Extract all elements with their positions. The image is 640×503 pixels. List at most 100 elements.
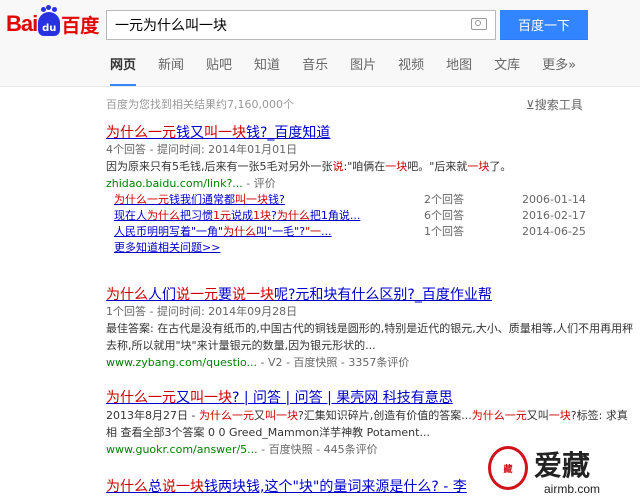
highlight-text: 为什么 [147,209,180,222]
sub-question-date: 2016-02-17 [522,209,586,222]
text-segment: 人民币明明写着"一角" [114,225,224,238]
text-segment: ... [321,225,332,238]
text-segment: 钱两块钱,这个"块"的量词来源是什么? - 李 [204,479,467,495]
tab-images[interactable]: 图片 [350,56,376,86]
text-segment: 钱又 [176,125,204,141]
sub-question-count: 2个回答 [424,193,464,206]
highlight-text: 为什么 [276,209,310,222]
text-segment: 又叫 [526,409,549,422]
tab-video[interactable]: 视频 [398,56,424,86]
result-stats: 百度为您找到相关结果约7,160,000个 [106,98,294,111]
highlight-text: 一块 [467,160,490,173]
baidu-logo[interactable]: Bai du 百度 [6,7,100,38]
highlight-text: 为什么一元 [114,193,169,206]
logo-text-bai: Bai [6,11,38,36]
sub-question-link[interactable]: 现在人为什么把习惯1元说成1块?为什么把1角说... [114,208,360,224]
nav-tabs: 网页 新闻 贴吧 知道 音乐 图片 视频 地图 文库 更多» [110,56,598,86]
result-url-text[interactable]: www.zybang.com/questio... [106,356,257,369]
result-abstract: 2013年8月27日 - 为什么一元又叫一块?汇集知识碎片,创造有价值的答案..… [106,407,636,441]
sub-question-link[interactable]: 人民币明明写着"一角"为什么叫"一毛"?"一... [114,224,332,240]
highlight-text: 为什么一元 [106,125,176,141]
result-url-suffix[interactable]: - 评价 [243,177,275,190]
text-segment: 要 [218,287,232,303]
logo-text-baidu: 百度 [61,14,100,37]
result-url: www.zybang.com/questio... - V2 - 百度快照 - … [106,354,636,371]
text-segment: 把1角说... [309,209,361,222]
highlight-text: 为什么 [106,287,148,303]
tab-tieba[interactable]: 贴吧 [206,56,232,86]
text-segment: 叫"一毛"? [256,225,306,238]
result-meta: 1个回答 - 提问时间: 2014年09月28日 [106,305,298,318]
text-segment: 钱我们通常都 [169,193,235,206]
result-title[interactable]: 为什么一元钱又叫一块钱?_百度知道 [106,124,636,142]
highlight-text: 一块 [548,409,571,422]
sub-question-date: 2006-01-14 [522,193,586,206]
filter-icon: ⊻ [526,98,535,112]
more-questions-link[interactable]: 更多知道相关问题>> [114,240,636,256]
sub-question-row: 为什么一元钱我们通常都叫一块钱? 2个回答 2006-01-14 [106,192,636,208]
sub-question-link[interactable]: 为什么一元钱我们通常都叫一块钱? [114,192,285,208]
search-result: 为什么人们说一元要说一块呢?元和块有什么区别?_百度作业帮 1个回答 - 提问时… [106,286,636,371]
highlight-text: 为什么一元 [471,409,527,422]
result-url-text[interactable]: www.guokr.com/answer/5... [106,443,258,456]
highlight-text: 为什么 [106,479,148,495]
tab-more[interactable]: 更多» [542,56,576,86]
tab-zhidao[interactable]: 知道 [254,56,280,86]
sub-question-row: 人民币明明写着"一角"为什么叫"一毛"?"一... 1个回答 2014-06-2… [106,224,636,240]
watermark-text: 爱藏 [534,449,591,482]
text-segment: 又 [253,409,265,422]
search-input[interactable] [107,11,473,39]
text-segment: 说成 [231,209,253,222]
text-segment: 最佳答案: 在古代是没有纸币的,中国古代的铜钱是圆形的,特别是近代的银元,大小、… [106,322,634,352]
highlight-text: 叫一块 [264,409,298,422]
result-url-suffix[interactable]: - V2 - 百度快照 - 3357条评价 [257,356,409,369]
text-segment: 了。 [489,160,512,173]
highlight-text: 为什么一元 [198,409,254,422]
text-segment: 总 [148,479,162,495]
highlight-text: 为什么 [223,225,257,238]
tab-web[interactable]: 网页 [110,56,137,86]
camera-icon[interactable] [471,18,487,30]
result-title[interactable]: 为什么人们说一元要说一块呢?元和块有什么区别?_百度作业帮 [106,286,636,304]
highlight-text: 叫一块 [204,125,246,141]
seal-logo: 藏 [488,446,528,490]
text-segment: 现在人 [114,209,147,222]
result-url-suffix[interactable]: - 百度快照 - 445条评价 [258,443,377,456]
result-url: zhidao.baidu.com/link?... - 评价 [106,175,636,192]
result-meta: 4个回答 - 提问时间: 2014年01月01日 [106,143,298,156]
paw-icon: du [38,7,61,36]
highlight-text: 一块 [385,160,408,173]
highlight-text: 说一块 [162,479,204,495]
watermark-url: airmb.com [544,482,601,496]
result-title[interactable]: 为什么一元又叫一块? | 问答 | 问答 | 果壳网 科技有意思 [106,389,636,407]
search-tools[interactable]: ⊻搜索工具 [526,96,583,113]
text-segment: 钱?_百度知道 [246,125,331,141]
tab-wenku[interactable]: 文库 [494,56,520,86]
text-segment: 因为原来只有5毛钱,后来有一张5毛对另外一张 [106,160,333,173]
text-segment: 2013年8月27日 - [106,409,199,422]
tab-map[interactable]: 地图 [446,56,472,86]
sub-question-row: 现在人为什么把习惯1元说成1块?为什么把1角说... 6个回答 2016-02-… [106,208,636,224]
highlight-text: 叫一块 [190,390,232,406]
search-button[interactable]: 百度一下 [500,10,588,40]
tab-news[interactable]: 新闻 [158,56,184,86]
highlight-text: "一 [305,225,322,238]
text-segment: 钱? [268,193,285,206]
sub-question-count: 6个回答 [424,209,464,222]
highlight-text: 1块 [253,209,271,222]
result-abstract: 因为原来只有5毛钱,后来有一张5毛对另外一张说:"咱俩在一块吧。"后来就一块了。 [106,158,636,175]
text-segment: ?汇集知识碎片,创造有价值的答案... [297,409,472,422]
highlight-text: 说一元 [176,287,218,303]
text-segment: 吧。"后来就 [407,160,468,173]
highlight-text: 说 [332,160,344,173]
result-abstract: 最佳答案: 在古代是没有纸币的,中国古代的铜钱是圆形的,特别是近代的银元,大小、… [106,320,636,354]
highlight-text: 叫一块 [235,193,268,206]
search-box[interactable] [106,10,496,40]
result-url-text[interactable]: zhidao.baidu.com/link?... [106,177,243,190]
tab-music[interactable]: 音乐 [302,56,328,86]
highlight-text: 为什么一元 [106,390,176,406]
sub-question-date: 2014-06-25 [522,225,586,238]
text-segment: ? | 问答 | 问答 | 果壳网 科技有意思 [232,390,453,406]
sub-question-count: 1个回答 [424,225,464,238]
watermark: 藏 爱藏 airmb.com [482,444,638,502]
